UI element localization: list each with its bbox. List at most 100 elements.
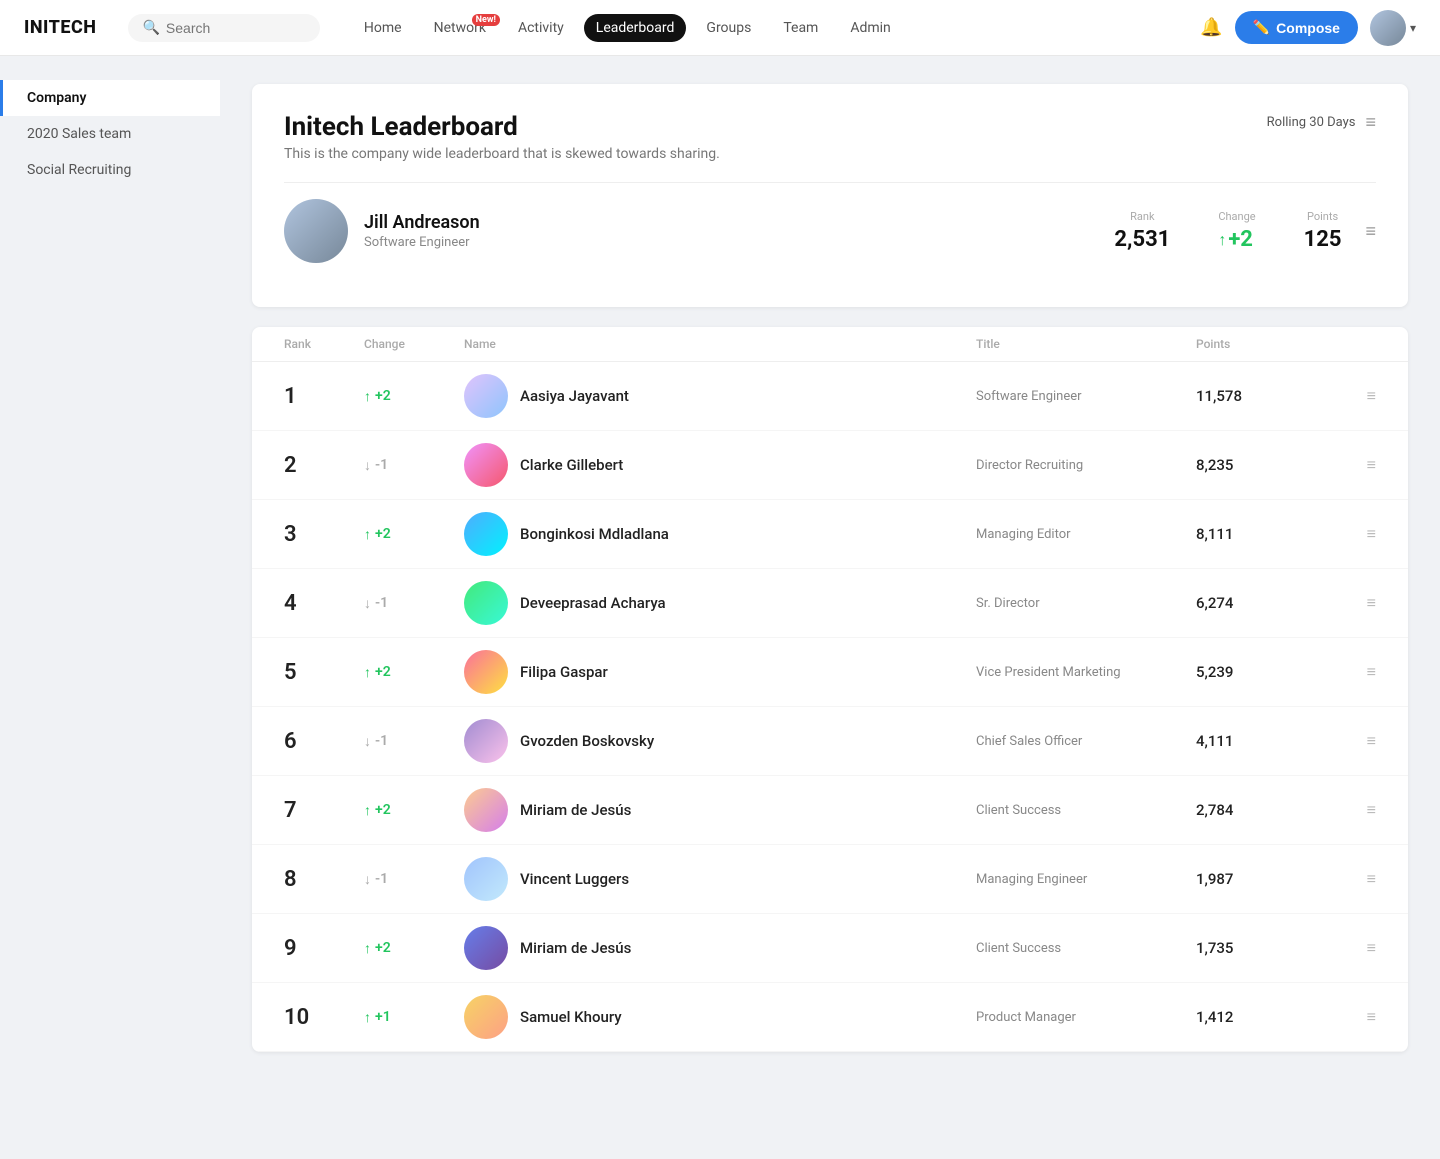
notifications-button[interactable]: 🔔: [1200, 17, 1222, 38]
change-cell: ↓-1: [364, 733, 464, 750]
person-avatar: [464, 857, 508, 901]
person-cell[interactable]: Gvozden Boskovsky: [464, 719, 976, 763]
points-cell: 4,111: [1196, 732, 1316, 750]
points-label: Points: [1304, 210, 1342, 223]
rank-cell: 10: [284, 1005, 364, 1030]
leaderboard-card: Initech Leaderboard This is the company …: [252, 84, 1408, 307]
rank-cell: 3: [284, 522, 364, 547]
user-menu[interactable]: ▾: [1370, 10, 1416, 46]
change-value: +1: [375, 1009, 391, 1025]
sidebar-item-company[interactable]: Company: [0, 80, 220, 116]
row-menu-icon[interactable]: ≡: [1316, 455, 1376, 475]
change-cell: ↑+1: [364, 1009, 464, 1026]
change-value: -1: [375, 733, 388, 749]
row-menu-icon[interactable]: ≡: [1316, 524, 1376, 544]
table-row: 6↓-1Gvozden BoskovskyChief Sales Officer…: [252, 707, 1408, 776]
table-col-header-0: Rank: [284, 337, 364, 351]
person-name: Filipa Gaspar: [520, 663, 608, 681]
nav-link-network[interactable]: NetworkNew!: [422, 14, 498, 42]
nav-link-home[interactable]: Home: [352, 14, 414, 42]
person-cell[interactable]: Miriam de Jesús: [464, 926, 976, 970]
search-bar[interactable]: 🔍: [128, 14, 319, 42]
change-value: -1: [375, 457, 388, 473]
row-menu-icon[interactable]: ≡: [1316, 1007, 1376, 1027]
person-title: Managing Engineer: [976, 872, 1196, 887]
search-input[interactable]: [166, 20, 306, 36]
table-row: 2↓-1Clarke GillebertDirector Recruiting8…: [252, 431, 1408, 500]
person-title: Product Manager: [976, 1010, 1196, 1025]
row-menu-icon[interactable]: ≡: [1316, 386, 1376, 406]
leaderboard-controls: Rolling 30 Days ≡: [1267, 112, 1376, 133]
change-value: +2: [375, 940, 391, 956]
person-cell[interactable]: Bonginkosi Mdladlana: [464, 512, 976, 556]
rank-cell: 7: [284, 798, 364, 823]
nav-link-admin[interactable]: Admin: [838, 14, 902, 42]
change-cell: ↓-1: [364, 595, 464, 612]
compose-label: Compose: [1276, 20, 1340, 36]
person-avatar: [464, 788, 508, 832]
person-cell[interactable]: Samuel Khoury: [464, 995, 976, 1039]
change-arrow-icon: ↑: [364, 388, 371, 405]
points-cell: 1,412: [1196, 1008, 1316, 1026]
person-title: Director Recruiting: [976, 458, 1196, 473]
rank-cell: 1: [284, 384, 364, 409]
points-cell: 5,239: [1196, 663, 1316, 681]
main-content: Initech Leaderboard This is the company …: [220, 56, 1440, 1159]
change-arrow-icon: ↑: [364, 1009, 371, 1026]
person-cell[interactable]: Miriam de Jesús: [464, 788, 976, 832]
person-cell[interactable]: Aasiya Jayavant: [464, 374, 976, 418]
nav-link-team[interactable]: Team: [771, 14, 830, 42]
person-cell[interactable]: Filipa Gaspar: [464, 650, 976, 694]
rank-cell: 6: [284, 729, 364, 754]
current-user-card: Jill Andreason Software Engineer Rank 2,…: [284, 182, 1376, 279]
leaderboard-menu-icon[interactable]: ≡: [1365, 112, 1376, 133]
change-arrow-icon: ↓: [364, 871, 371, 888]
nav-link-activity[interactable]: Activity: [506, 14, 576, 42]
user-avatar: [1370, 10, 1406, 46]
person-cell[interactable]: Clarke Gillebert: [464, 443, 976, 487]
user-card-menu-icon[interactable]: ≡: [1365, 221, 1376, 242]
change-cell: ↓-1: [364, 457, 464, 474]
person-avatar: [464, 374, 508, 418]
person-name: Miriam de Jesús: [520, 801, 631, 819]
rank-label: Rank: [1114, 210, 1170, 223]
table-col-header-1: Change: [364, 337, 464, 351]
leaderboard-table: RankChangeNameTitlePoints 1↑+2Aasiya Jay…: [252, 327, 1408, 1052]
person-avatar: [464, 512, 508, 556]
row-menu-icon[interactable]: ≡: [1316, 731, 1376, 751]
row-menu-icon[interactable]: ≡: [1316, 662, 1376, 682]
change-value: +2: [375, 664, 391, 680]
change-arrow-icon: ↓: [364, 457, 371, 474]
row-menu-icon[interactable]: ≡: [1316, 938, 1376, 958]
person-cell[interactable]: Vincent Luggers: [464, 857, 976, 901]
row-menu-icon[interactable]: ≡: [1316, 800, 1376, 820]
person-avatar: [464, 995, 508, 1039]
nav-link-groups[interactable]: Groups: [694, 14, 763, 42]
table-row: 7↑+2Miriam de JesúsClient Success2,784≡: [252, 776, 1408, 845]
change-cell: ↑+2: [364, 664, 464, 681]
sidebar-item-social-recruiting[interactable]: Social Recruiting: [0, 152, 220, 188]
row-menu-icon[interactable]: ≡: [1316, 869, 1376, 889]
change-label: Change: [1218, 210, 1255, 223]
table-row: 4↓-1Deveeprasad AcharyaSr. Director6,274…: [252, 569, 1408, 638]
stat-change: Change ↑ +2: [1218, 210, 1255, 252]
change-value: +2: [375, 388, 391, 404]
nav-link-leaderboard[interactable]: Leaderboard: [584, 14, 687, 42]
person-name: Miriam de Jesús: [520, 939, 631, 957]
row-menu-icon[interactable]: ≡: [1316, 593, 1376, 613]
sidebar-item-sales-team[interactable]: 2020 Sales team: [0, 116, 220, 152]
change-arrow-icon: ↑: [364, 526, 371, 543]
person-name: Samuel Khoury: [520, 1008, 622, 1026]
table-row: 3↑+2Bonginkosi MdladlanaManaging Editor8…: [252, 500, 1408, 569]
stat-rank: Rank 2,531: [1114, 210, 1170, 252]
change-value: +2: [375, 802, 391, 818]
table-header: RankChangeNameTitlePoints: [252, 327, 1408, 362]
person-cell[interactable]: Deveeprasad Acharya: [464, 581, 976, 625]
person-name: Vincent Luggers: [520, 870, 629, 888]
compose-button[interactable]: ✏️ Compose: [1235, 11, 1358, 44]
current-user-stats: Rank 2,531 Change ↑ +2 Points 125: [1114, 210, 1341, 252]
rank-cell: 8: [284, 867, 364, 892]
person-name: Deveeprasad Acharya: [520, 594, 666, 612]
person-name: Bonginkosi Mdladlana: [520, 525, 669, 543]
rank-cell: 5: [284, 660, 364, 685]
